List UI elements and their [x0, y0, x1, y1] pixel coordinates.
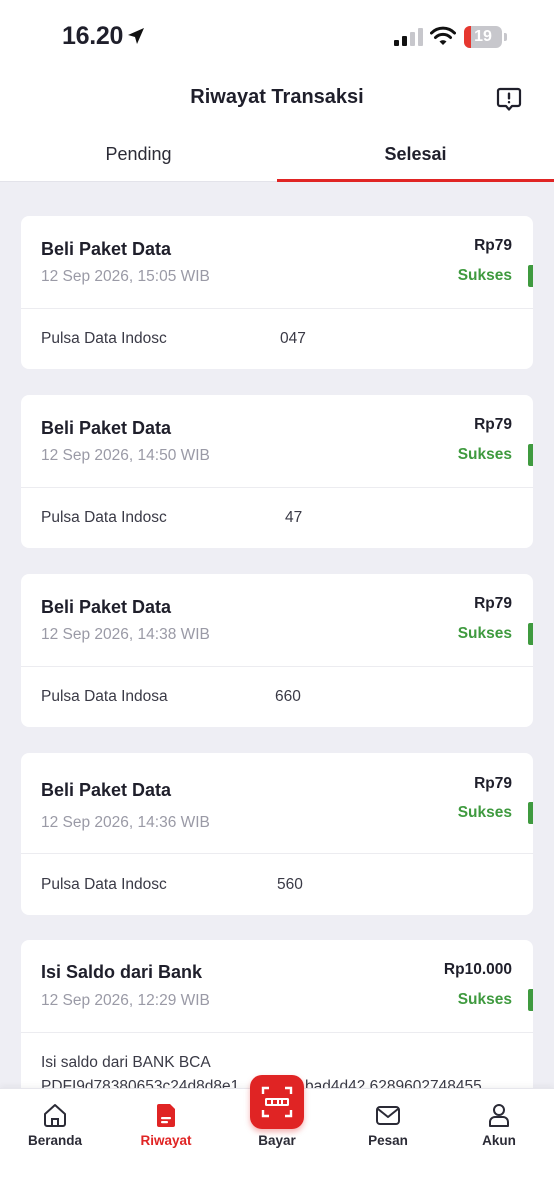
report-icon[interactable]	[496, 86, 522, 112]
status-badge: Sukses	[457, 804, 512, 821]
nav-label: Riwayat	[140, 1133, 192, 1148]
status-bar: 16.20 19	[0, 0, 554, 70]
app-header: Riwayat Transaksi	[0, 70, 554, 128]
transaction-description-tail: 47	[285, 509, 303, 526]
nav-label: Pesan	[368, 1133, 408, 1148]
status-indicator	[528, 444, 533, 466]
home-icon	[44, 1104, 66, 1127]
divider	[21, 308, 533, 309]
nav-riwayat[interactable]: Riwayat	[111, 1089, 221, 1159]
qris-button[interactable]	[250, 1075, 304, 1129]
status-badge: Sukses	[457, 267, 512, 284]
transaction-description: Pulsa Data Indosa	[41, 688, 168, 705]
transaction-title: Isi Saldo dari Bank	[41, 962, 203, 982]
status-indicator	[528, 623, 533, 645]
location-arrow-icon	[128, 28, 144, 44]
transaction-amount: Rp79	[474, 595, 512, 612]
nav-akun[interactable]: Akun	[444, 1089, 554, 1159]
history-icon	[157, 1104, 175, 1127]
transaction-date: 12 Sep 2026, 14:36 WIB	[41, 814, 210, 831]
transaction-title: Beli Paket Data	[41, 239, 172, 259]
transaction-amount: Rp79	[474, 775, 512, 792]
divider	[21, 487, 533, 488]
nav-bayar[interactable]: Bayar	[222, 1075, 332, 1159]
status-indicator	[528, 802, 533, 824]
transaction-description-tail: 047	[280, 330, 306, 347]
page-title: Riwayat Transaksi	[190, 86, 364, 108]
nav-beranda[interactable]: Beranda	[0, 1089, 110, 1159]
nav-label: Akun	[482, 1133, 516, 1148]
transaction-date: 12 Sep 2026, 14:50 WIB	[41, 447, 210, 464]
transaction-title: Beli Paket Data	[41, 597, 172, 617]
transaction-amount: Rp79	[474, 237, 512, 254]
cellular-signal-icon	[394, 28, 423, 46]
tab-pending[interactable]: Pending	[0, 128, 277, 182]
transaction-date: 12 Sep 2026, 15:05 WIB	[41, 268, 210, 285]
battery-level: 19	[474, 28, 492, 45]
transaction-card[interactable]: Beli Paket Data 12 Sep 2026, 14:36 WIB R…	[21, 753, 533, 915]
divider	[21, 853, 533, 854]
transaction-date: 12 Sep 2026, 12:29 WIB	[41, 992, 210, 1009]
transaction-reference: PDFI9d78380653c24d8d8e1	[41, 1078, 240, 1088]
bottom-navigation: Beranda Riwayat Bayar Pesan Akun	[0, 1075, 554, 1200]
battery-icon: 19	[464, 26, 508, 48]
wifi-icon	[430, 26, 456, 45]
transaction-title: Beli Paket Data	[41, 780, 172, 800]
transaction-description: Isi saldo dari BANK BCA	[41, 1054, 211, 1071]
transaction-amount: Rp79	[474, 416, 512, 433]
transaction-description: Pulsa Data Indosc	[41, 509, 167, 526]
transaction-card[interactable]: Beli Paket Data 12 Sep 2026, 14:38 WIB R…	[21, 574, 533, 727]
transaction-card[interactable]: Isi Saldo dari Bank 12 Sep 2026, 12:29 W…	[21, 940, 533, 1088]
transaction-amount: Rp10.000	[443, 961, 512, 978]
transaction-card[interactable]: Beli Paket Data 12 Sep 2026, 15:05 WIB R…	[21, 216, 533, 369]
status-badge: Sukses	[457, 625, 512, 642]
transaction-date: 12 Sep 2026, 14:38 WIB	[41, 626, 210, 643]
nav-pesan[interactable]: Pesan	[333, 1089, 443, 1159]
mail-icon	[376, 1106, 400, 1125]
tab-selesai[interactable]: Selesai	[277, 128, 554, 182]
qris-icon	[261, 1086, 293, 1118]
nav-label: Beranda	[27, 1133, 83, 1148]
transaction-description-tail: 560	[277, 876, 303, 893]
status-time: 16.20	[62, 22, 124, 50]
transaction-reference-tail: bad4d42 6289602748455	[305, 1078, 482, 1088]
transaction-title: Beli Paket Data	[41, 418, 172, 438]
transaction-list: Beli Paket Data 12 Sep 2026, 15:05 WIB R…	[0, 182, 554, 1088]
transaction-card[interactable]: Beli Paket Data 12 Sep 2026, 14:50 WIB R…	[21, 395, 533, 548]
transaction-tabs: Pending Selesai	[0, 128, 554, 182]
status-badge: Sukses	[457, 446, 512, 463]
transaction-description: Pulsa Data Indosc	[41, 330, 167, 347]
account-icon	[489, 1104, 509, 1127]
status-indicator	[528, 265, 533, 287]
status-indicator	[528, 989, 533, 1011]
nav-label: Bayar	[258, 1133, 296, 1148]
divider	[21, 666, 533, 667]
divider	[21, 1032, 533, 1033]
transaction-description: Pulsa Data Indosc	[41, 876, 167, 893]
transaction-description-tail: 660	[275, 688, 301, 705]
status-badge: Sukses	[457, 991, 512, 1008]
